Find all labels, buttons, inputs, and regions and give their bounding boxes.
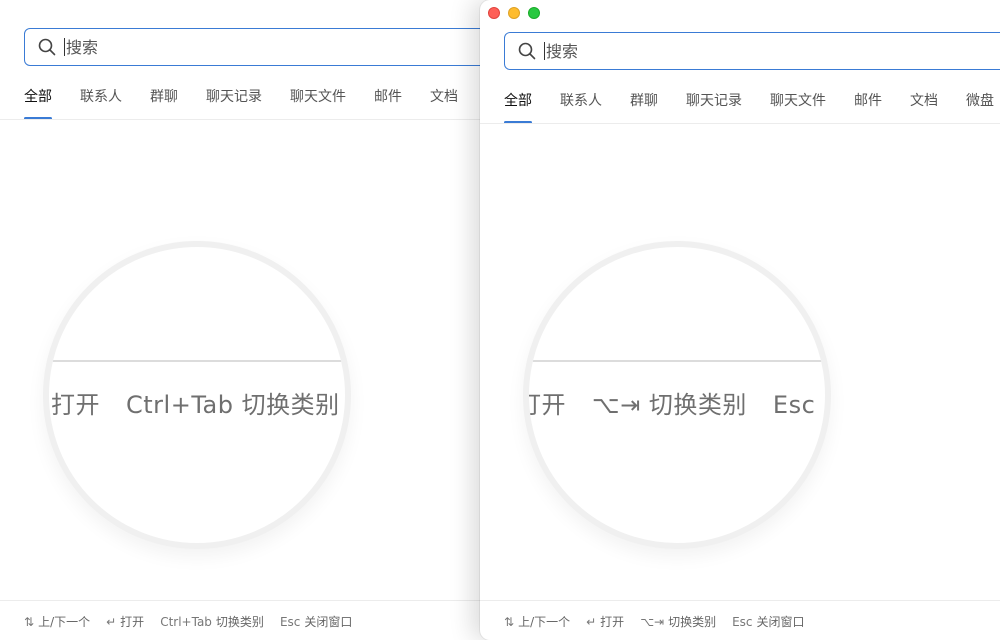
zoom-window-button[interactable] <box>528 7 540 19</box>
footer-divider <box>0 600 520 601</box>
search-input[interactable] <box>546 41 846 61</box>
magnifier-divider <box>529 360 825 362</box>
search-input[interactable] <box>66 37 366 57</box>
magnifier-text: 打开 ⌥⇥ 切换类别 Esc <box>529 385 825 420</box>
hint-open: ↵ 打开 <box>586 615 625 629</box>
magnifier-switch-label: ⌥⇥ 切换类别 <box>592 391 747 419</box>
text-caret <box>64 38 65 56</box>
tabs-divider <box>0 119 520 120</box>
footer-divider <box>480 600 1000 601</box>
tab-docs[interactable]: 文档 <box>910 90 938 124</box>
mac-search-window: 全部 联系人 群聊 聊天记录 聊天文件 邮件 文档 微盘 打开 ⌥⇥ 切换类别 Es… <box>480 0 1000 640</box>
text-caret <box>544 42 545 60</box>
hint-navigate: ⇅ 上/下一个 <box>504 615 571 629</box>
search-icon <box>518 42 536 60</box>
tab-contacts[interactable]: 联系人 <box>80 86 122 120</box>
tabs-divider <box>480 123 1000 124</box>
hint-close-window: Esc 关闭窗口 <box>732 615 805 629</box>
tab-chat-files[interactable]: 聊天文件 <box>770 90 826 124</box>
search-box[interactable] <box>24 28 520 66</box>
minimize-window-button[interactable] <box>508 7 520 19</box>
hint-switch-category: Ctrl+Tab 切换类别 <box>160 615 264 629</box>
category-tabs: 全部 联系人 群聊 聊天记录 聊天文件 邮件 文档 微盘 <box>504 90 1000 124</box>
window-controls <box>488 7 540 19</box>
hint-open: ↵ 打开 <box>106 615 145 629</box>
tab-chat-history[interactable]: 聊天记录 <box>686 90 742 124</box>
hint-close-window: Esc 关闭窗口 <box>279 615 353 629</box>
tab-chat-files[interactable]: 聊天文件 <box>290 86 346 120</box>
tab-all[interactable]: 全部 <box>504 90 532 124</box>
search-icon <box>38 38 56 56</box>
tab-contacts[interactable]: 联系人 <box>560 90 602 124</box>
search-box[interactable] <box>504 32 1000 70</box>
windows-search-window: 全部 联系人 群聊 聊天记录 聊天文件 邮件 文档 打开 Ctrl+Tab 切换类… <box>0 0 520 640</box>
hint-switch-category: ⌥⇥ 切换类别 <box>640 615 717 629</box>
tab-groups[interactable]: 群聊 <box>630 90 658 124</box>
magnifier-divider <box>49 360 345 362</box>
tab-all[interactable]: 全部 <box>24 86 52 120</box>
magnifier-esc-label: Esc <box>772 391 816 419</box>
magnifier-callout: 打开 ⌥⇥ 切换类别 Esc <box>523 241 831 549</box>
shortcut-footer: ⇅ 上/下一个 ↵ 打开 ⌥⇥ 切换类别 Esc 关闭窗口 <box>504 613 821 630</box>
tab-mail[interactable]: 邮件 <box>854 90 882 124</box>
hint-navigate: ⇅ 上/下一个 <box>24 615 91 629</box>
magnifier-callout: 打开 Ctrl+Tab 切换类别 <box>43 241 351 549</box>
tab-mail[interactable]: 邮件 <box>374 86 402 120</box>
magnifier-switch-label: Ctrl+Tab 切换类别 <box>126 391 340 419</box>
shortcut-footer: ⇅ 上/下一个 ↵ 打开 Ctrl+Tab 切换类别 Esc 关闭窗口 <box>24 613 368 630</box>
magnifier-open-label: 打开 <box>529 391 566 419</box>
close-window-button[interactable] <box>488 7 500 19</box>
tab-docs[interactable]: 文档 <box>430 86 458 120</box>
tab-drive[interactable]: 微盘 <box>966 90 994 124</box>
magnifier-text: 打开 Ctrl+Tab 切换类别 <box>51 385 345 420</box>
tab-chat-history[interactable]: 聊天记录 <box>206 86 262 120</box>
tab-groups[interactable]: 群聊 <box>150 86 178 120</box>
magnifier-open-label: 打开 <box>51 391 100 419</box>
category-tabs: 全部 联系人 群聊 聊天记录 聊天文件 邮件 文档 <box>24 86 486 120</box>
